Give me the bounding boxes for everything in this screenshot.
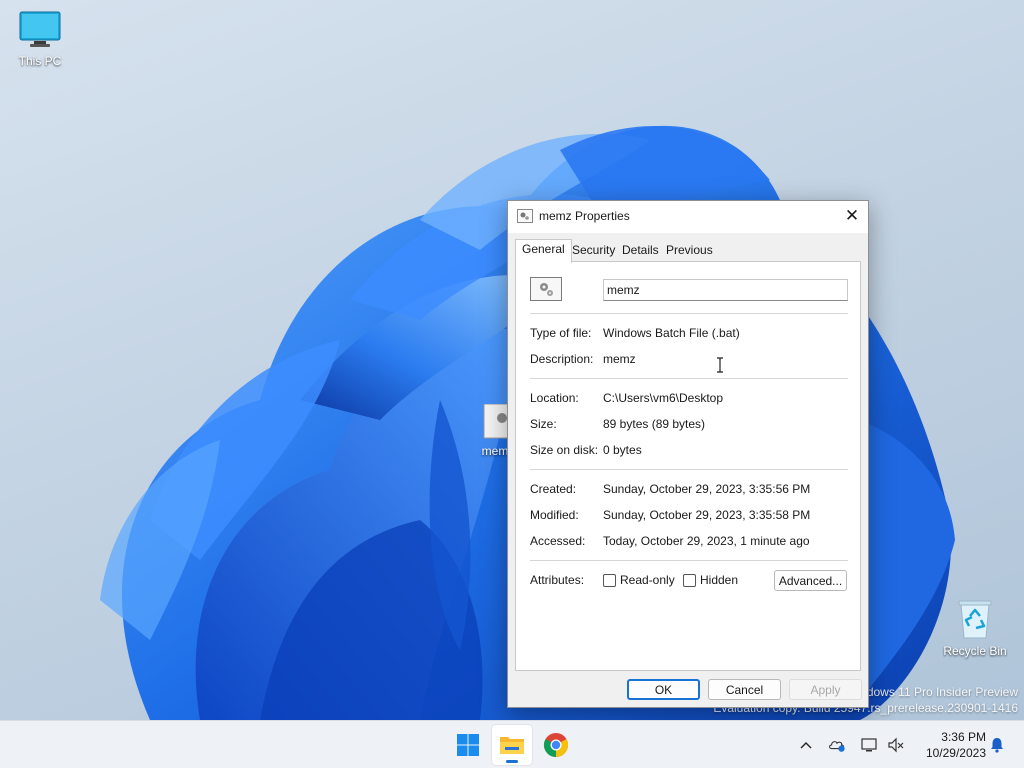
size-value: 89 bytes (89 bytes) bbox=[603, 417, 706, 431]
clock-date: 10/29/2023 bbox=[925, 746, 986, 760]
general-tab-panel: Type of file: Windows Batch File (.bat) … bbox=[515, 261, 861, 671]
read-only-checkbox[interactable]: Read-only bbox=[603, 573, 675, 587]
modified-label: Modified: bbox=[530, 508, 579, 522]
modified-value: Sunday, October 29, 2023, 3:35:58 PM bbox=[603, 508, 811, 522]
volume-muted-icon bbox=[888, 737, 904, 753]
separator bbox=[530, 469, 848, 470]
size-label: Size: bbox=[530, 417, 557, 431]
tab-previous-versions[interactable]: Previous Versions bbox=[660, 241, 719, 275]
tab-general[interactable]: General bbox=[515, 239, 572, 263]
desktop-icon-label: Recycle Bin bbox=[943, 644, 1007, 658]
chrome-taskbar-button[interactable] bbox=[536, 725, 576, 765]
location-value: C:\Users\vm6\Desktop bbox=[603, 391, 724, 405]
chevron-up-icon bbox=[800, 742, 812, 749]
recycle-bin-icon bbox=[958, 600, 992, 639]
onedrive-tray-icon[interactable] bbox=[828, 736, 846, 754]
bell-icon bbox=[991, 738, 1003, 753]
checkbox-box[interactable] bbox=[683, 573, 696, 587]
size-on-disk-label: Size on disk: bbox=[530, 443, 599, 457]
type-of-file-label: Type of file: bbox=[530, 326, 592, 340]
size-on-disk-value: 0 bytes bbox=[603, 443, 642, 457]
apply-button[interactable]: Apply bbox=[789, 679, 862, 700]
file-name-field[interactable] bbox=[603, 279, 848, 301]
text-cursor-icon bbox=[717, 357, 723, 373]
location-label: Location: bbox=[530, 391, 579, 405]
folder-icon bbox=[500, 737, 524, 754]
recycle-bin-desktop-icon[interactable]: Recycle Bin bbox=[937, 598, 1013, 658]
monitor-icon bbox=[19, 11, 61, 47]
volume-tray-icon[interactable] bbox=[887, 736, 905, 754]
onedrive-icon bbox=[829, 741, 845, 752]
hidden-label: Hidden bbox=[700, 573, 739, 587]
windows-start-icon bbox=[457, 734, 479, 756]
accessed-label: Accessed: bbox=[530, 534, 586, 548]
attributes-label: Attributes: bbox=[530, 573, 585, 587]
desktop-icon-label: This PC bbox=[18, 54, 62, 68]
chrome-icon bbox=[543, 733, 569, 757]
ok-button[interactable]: OK bbox=[627, 679, 700, 700]
build-watermark-line1: Windows 11 Pro Insider Preview bbox=[846, 685, 1018, 699]
active-app-indicator bbox=[506, 760, 518, 763]
separator bbox=[530, 378, 848, 379]
created-label: Created: bbox=[530, 482, 577, 496]
file-explorer-taskbar-button[interactable] bbox=[492, 725, 532, 765]
created-value: Sunday, October 29, 2023, 3:35:56 PM bbox=[603, 482, 811, 496]
type-of-file-value: Windows Batch File (.bat) bbox=[603, 326, 740, 340]
hidden-checkbox[interactable]: Hidden bbox=[683, 573, 738, 587]
this-pc-desktop-icon[interactable]: This PC bbox=[2, 10, 78, 68]
notifications-button[interactable] bbox=[988, 736, 1006, 754]
system-clock[interactable]: 3:36 PM 10/29/2023 bbox=[914, 729, 986, 761]
network-tray-icon[interactable] bbox=[861, 736, 879, 754]
separator bbox=[530, 560, 848, 561]
dialog-title: memz Properties bbox=[539, 209, 630, 223]
description-value: memz bbox=[603, 352, 636, 366]
tab-details[interactable]: Details bbox=[616, 241, 665, 261]
close-button[interactable]: ✕ bbox=[836, 201, 868, 231]
properties-dialog: memz Properties ✕ General Security Detai… bbox=[507, 200, 869, 708]
batch-file-icon bbox=[517, 209, 533, 223]
show-hidden-icons-button[interactable] bbox=[797, 736, 815, 754]
network-icon bbox=[861, 738, 877, 752]
cancel-button[interactable]: Cancel bbox=[708, 679, 781, 700]
tab-security[interactable]: Security bbox=[566, 241, 621, 261]
close-icon: ✕ bbox=[844, 206, 860, 225]
checkbox-box[interactable] bbox=[603, 573, 616, 587]
advanced-button[interactable]: Advanced... bbox=[774, 570, 847, 591]
start-button[interactable] bbox=[448, 725, 488, 765]
separator bbox=[530, 313, 848, 314]
description-label: Description: bbox=[530, 352, 594, 366]
read-only-label: Read-only bbox=[620, 573, 675, 587]
taskbar: 3:36 PM 10/29/2023 bbox=[0, 720, 1024, 768]
accessed-value: Today, October 29, 2023, 1 minute ago bbox=[603, 534, 810, 548]
batch-file-icon bbox=[530, 277, 562, 301]
dialog-titlebar[interactable]: memz Properties ✕ bbox=[508, 201, 868, 233]
clock-time: 3:36 PM bbox=[941, 730, 986, 744]
